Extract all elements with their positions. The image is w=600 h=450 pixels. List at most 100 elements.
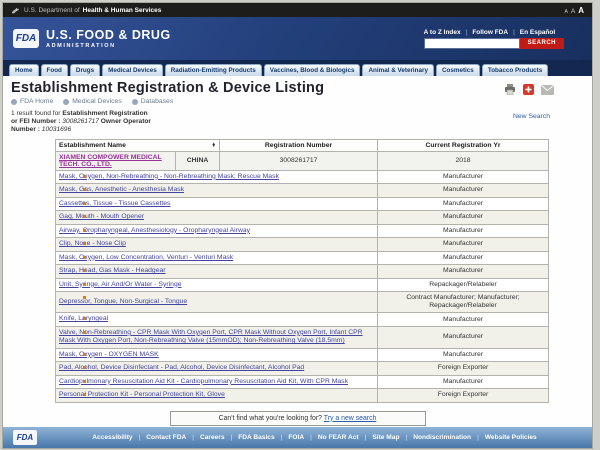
fda-logo[interactable]: FDA <box>13 29 39 48</box>
tab-animal-veterinary[interactable]: Animal & Veterinary <box>362 64 434 76</box>
text-resize-controls: A A A <box>565 6 584 15</box>
device-link[interactable]: Mask, Oxygen - OXYGEN MASK <box>59 351 159 358</box>
new-search-link[interactable]: New Search <box>513 110 584 135</box>
text-resize-small[interactable]: A <box>565 9 568 15</box>
footer-link-fda-basics[interactable]: FDA Basics <box>238 434 288 441</box>
brand-line2: ADMINISTRATION <box>46 43 171 49</box>
breadcrumb-bullet-icon <box>63 99 69 105</box>
device-row: Mask, Oxygen, Non-Rebreathing - Non-Rebr… <box>56 170 549 183</box>
device-activity: Manufacturer <box>378 375 549 388</box>
device-row: Personal Protection Kit - Personal Prote… <box>56 389 549 402</box>
device-link[interactable]: Mask, Oxygen, Non-Rebreathing - Non-Rebr… <box>59 173 279 180</box>
device-activity: Manufacturer <box>378 197 549 210</box>
device-link[interactable]: Gag, Mouth - Mouth Opener <box>59 213 144 220</box>
device-activity: Manufacturer <box>378 224 549 237</box>
tab-tobacco-products[interactable]: Tobacco Products <box>482 64 548 76</box>
tab-vaccines-blood-biologics[interactable]: Vaccines, Blood & Biologics <box>264 64 361 76</box>
device-activity: Manufacturer <box>378 238 549 251</box>
device-link[interactable]: Cardiopulmonary Resuscitation Aid Kit - … <box>59 378 348 385</box>
results-fei-label: or FEI Number : <box>11 118 62 125</box>
tab-home[interactable]: Home <box>9 64 39 76</box>
breadcrumb-databases[interactable]: Databases <box>132 98 174 105</box>
share-icon[interactable] <box>523 84 534 95</box>
footer-fda-logo[interactable]: FDA <box>13 430 37 445</box>
tab-drugs[interactable]: Drugs <box>70 64 100 76</box>
device-row: Depressor, Tongue, Non-Surgical - Tongue… <box>56 292 549 313</box>
cant-find-box: Can't find what you're looking for? Try … <box>170 411 426 426</box>
table-header-row: Establishment Name ▲▼ Registration Numbe… <box>56 139 549 151</box>
device-link[interactable]: Valve, Non-Rebreathing - CPR Mask With O… <box>59 329 363 344</box>
tab-radiation-emitting-products[interactable]: Radiation-Emitting Products <box>165 64 262 76</box>
link-follow-fda[interactable]: Follow FDA <box>472 29 519 36</box>
header-right: A to Z Index Follow FDA En Español SEARC… <box>424 29 582 49</box>
footer-link-site-map[interactable]: Site Map <box>372 434 413 441</box>
footer-link-contact-fda[interactable]: Contact FDA <box>146 434 200 441</box>
device-row: Mask, Oxygen - OXYGEN MASKManufacturer <box>56 348 549 361</box>
main-content: Establishment Registration & Device List… <box>3 76 592 427</box>
footer-link-foia[interactable]: FOIA <box>288 434 317 441</box>
device-activity: Repackager/Relabeler <box>378 278 549 291</box>
device-link[interactable]: Depressor, Tongue, Non-Surgical - Tongue <box>59 298 187 305</box>
hhs-dept-name[interactable]: Health & Human Services <box>83 7 162 14</box>
device-activity: Manufacturer <box>378 251 549 264</box>
link-en-espanol[interactable]: En Español <box>520 29 555 36</box>
footer-link-careers[interactable]: Careers <box>200 434 238 441</box>
bullet-icon <box>83 331 86 334</box>
text-resize-large[interactable]: A <box>578 6 584 15</box>
device-row: Unit, Syringe, Air And/Or Water - Syring… <box>56 278 549 291</box>
print-icon[interactable] <box>504 84 516 95</box>
sort-icon[interactable]: ▲▼ <box>212 143 216 148</box>
tab-cosmetics[interactable]: Cosmetics <box>436 64 480 76</box>
tab-medical-devices[interactable]: Medical Devices <box>102 64 163 76</box>
footer-link-no-fear-act[interactable]: No FEAR Act <box>318 434 373 441</box>
bullet-icon <box>83 366 86 369</box>
tab-food[interactable]: Food <box>41 64 68 76</box>
registration-table: Establishment Name ▲▼ Registration Numbe… <box>55 139 549 403</box>
device-link[interactable]: Clip, Nose - Nose Clip <box>59 240 126 247</box>
footer-link-website-policies[interactable]: Website Policies <box>485 434 537 441</box>
device-activity: Manufacturer <box>378 326 549 348</box>
bullet-icon <box>83 283 86 286</box>
breadcrumb-label: Medical Devices <box>72 98 121 105</box>
page-actions <box>504 80 584 95</box>
results-fei-number: 3008261717 <box>62 118 99 125</box>
device-activity: Manufacturer <box>378 211 549 224</box>
establishment-registration-number: 3008261717 <box>220 151 378 170</box>
device-activity: Foreign Exporter <box>378 362 549 375</box>
bullet-icon <box>83 256 86 259</box>
brand-line1: U.S. FOOD & DRUG <box>46 28 171 42</box>
hhs-dept-prefix: U.S. Department of <box>24 7 80 14</box>
bullet-icon <box>83 229 86 232</box>
link-a-to-z-index[interactable]: A to Z Index <box>424 29 473 36</box>
footer-link-nondiscrimination[interactable]: Nondiscrimination <box>413 434 485 441</box>
search-input[interactable] <box>424 38 520 49</box>
breadcrumb-medical-devices[interactable]: Medical Devices <box>63 98 121 105</box>
device-link[interactable]: Unit, Syringe, Air And/Or Water - Syring… <box>59 281 182 288</box>
establishment-name-link[interactable]: XIAMEN COMPOWER MEDICAL TECH. CO., LTD. <box>59 154 162 168</box>
breadcrumb-bullet-icon <box>132 99 138 105</box>
search-button[interactable]: SEARCH <box>520 38 564 49</box>
bottom-footer-bar: FDA Accessibility Contact FDA Careers FD… <box>3 427 592 448</box>
device-row: Strap, Head, Gas Mask - HeadgearManufact… <box>56 265 549 278</box>
results-owner-label: Owner Operator <box>99 118 151 125</box>
breadcrumb-bullet-icon <box>11 99 17 105</box>
device-link[interactable]: Cassettes, Tissue - Tissue Cassettes <box>59 200 170 207</box>
device-link[interactable]: Mask, Gas, Anesthetic - Anesthesia Mask <box>59 186 184 193</box>
fda-header: FDA U.S. FOOD & DRUG ADMINISTRATION A to… <box>3 17 592 60</box>
header-current-registration-yr: Current Registration Yr <box>378 139 549 151</box>
header-establishment-name[interactable]: Establishment Name ▲▼ <box>56 139 220 151</box>
breadcrumb-fda-home[interactable]: FDA Home <box>11 98 53 105</box>
text-resize-medium[interactable]: A <box>571 8 575 15</box>
establishment-current-year: 2018 <box>378 151 549 170</box>
page-title: Establishment Registration & Device List… <box>11 80 324 96</box>
results-summary-row: 1 result found for Establishment Registr… <box>11 110 584 135</box>
try-new-search-link[interactable]: Try a new search <box>324 415 377 422</box>
bullet-icon <box>83 188 86 191</box>
device-link[interactable]: Strap, Head, Gas Mask - Headgear <box>59 267 166 274</box>
device-link[interactable]: Pad, Alcohol, Device Disinfectant - Pad,… <box>59 364 304 371</box>
footer-link-accessibility[interactable]: Accessibility <box>92 434 146 441</box>
hhs-top-bar: U.S. Department of Health & Human Servic… <box>3 3 592 17</box>
device-link[interactable]: Airway, Oropharyngeal, Anesthesiology - … <box>59 227 250 234</box>
email-icon[interactable] <box>541 85 554 95</box>
establishment-row: XIAMEN COMPOWER MEDICAL TECH. CO., LTD. … <box>56 151 549 170</box>
